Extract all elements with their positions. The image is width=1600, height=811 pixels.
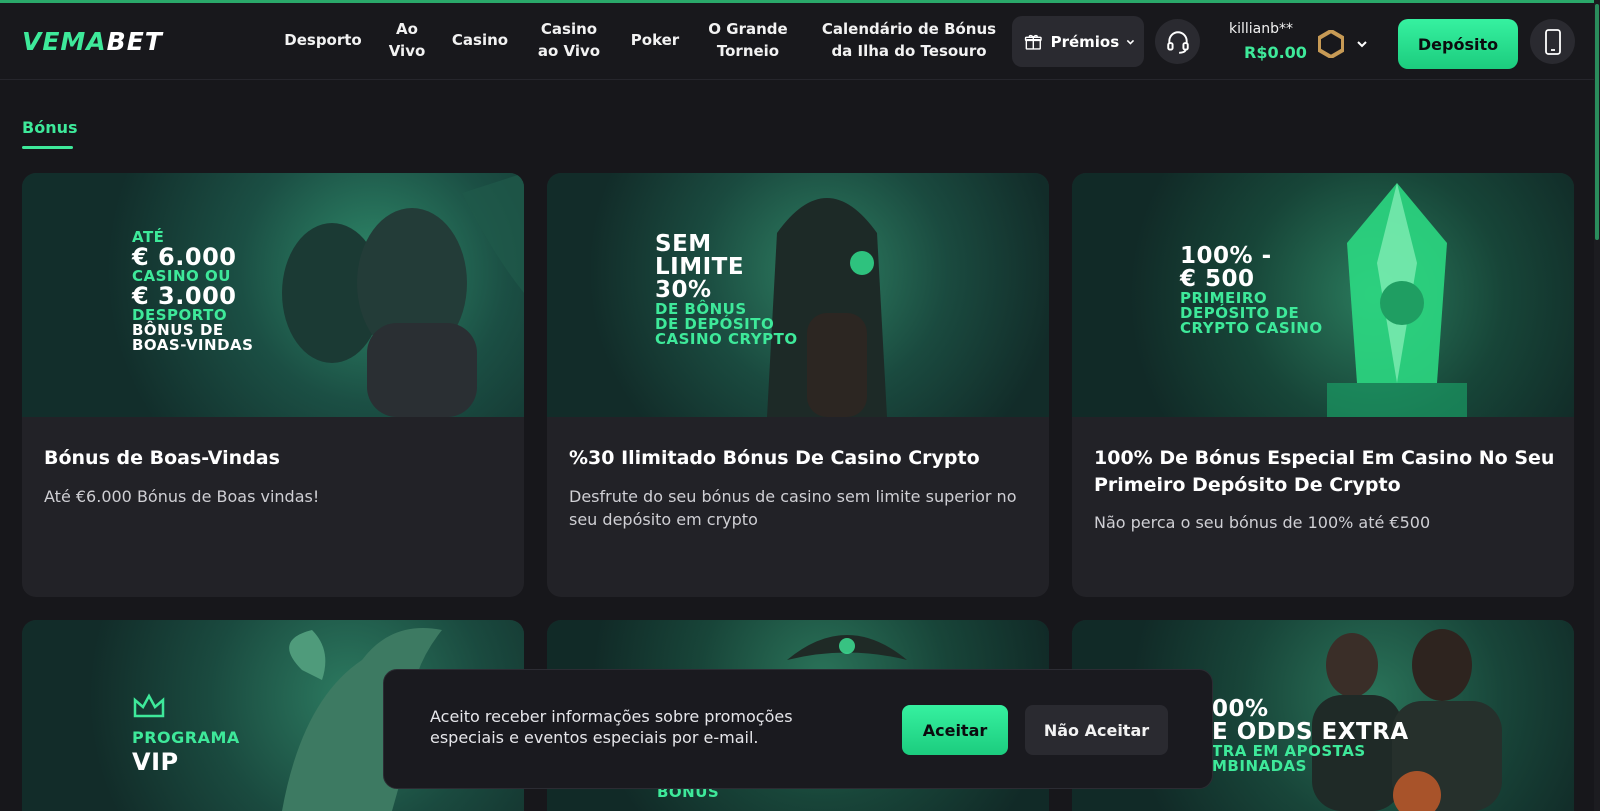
accept-button[interactable]: Aceitar — [902, 705, 1008, 755]
bonus-card-description: Até €6.000 Bónus de Boas vindas! — [44, 487, 320, 506]
nav-ao-vivo[interactable]: Ao Vivo — [382, 18, 432, 62]
promo-text-vip: PROGRAMA VIP — [132, 728, 240, 776]
prizes-label: Prémios — [1050, 32, 1120, 51]
promo-line: E ODDS EXTRA — [1212, 719, 1409, 745]
bonus-card-description: Não perca o seu bónus de 100% até €500 — [1094, 513, 1431, 532]
bonus-card-description: Desfrute do seu bónus de casino sem limi… — [569, 487, 1017, 529]
site-header: VEMABET Desporto Ao Vivo Casino Casino a… — [0, 3, 1600, 80]
promo-line: 00% — [1212, 696, 1269, 722]
headset-icon — [1166, 30, 1189, 54]
balance: R$0.00 — [1244, 43, 1307, 62]
promo-line: CASINO CRYPTO — [655, 330, 798, 348]
level-badge-icon[interactable] — [1318, 30, 1344, 58]
bonus-card-title: %30 Ilimitado Bónus De Casino Crypto — [569, 447, 980, 469]
email-consent-banner: Aceito receber informações sobre promoçõ… — [383, 669, 1213, 789]
nav-desporto[interactable]: Desporto — [284, 29, 361, 51]
players-illustration — [282, 173, 524, 417]
user-menu-chevron-icon[interactable] — [1355, 37, 1369, 51]
nav-casino-ao-vivo[interactable]: Casino ao Vivo — [533, 18, 605, 62]
bonus-card-welcome[interactable]: ATÉ € 6.000 CASINO OU € 3.000 DESPORTO B… — [22, 173, 524, 597]
promo-line: BOAS-VINDAS — [132, 336, 254, 354]
promo-line: € 500 — [1180, 266, 1255, 292]
bonus-banner-welcome: ATÉ € 6.000 CASINO OU € 3.000 DESPORTO B… — [22, 173, 524, 417]
nav-grande-torneio[interactable]: O Grande Torneio — [704, 18, 792, 62]
decline-button[interactable]: Não Aceitar — [1025, 705, 1168, 755]
crystal-illustration — [1327, 183, 1467, 417]
mobile-app-button[interactable] — [1530, 19, 1575, 64]
promo-line: LIMITE — [655, 254, 745, 280]
promo-text-crypto-100: 100% - € 500 PRIMEIRO DEPÓSITO DE CRYPTO… — [1180, 245, 1323, 336]
promo-line: SEM — [655, 231, 712, 257]
mobile-phone-icon — [1544, 28, 1561, 55]
promo-line: 30% — [655, 277, 712, 303]
promo-text-welcome: ATÉ € 6.000 CASINO OU € 3.000 DESPORTO B… — [132, 230, 253, 353]
bonus-card-title: Bónus de Boas-Vindas — [44, 447, 280, 469]
nav-casino[interactable]: Casino — [450, 29, 510, 51]
bonus-card-title: 100% De Bónus Especial Em Casino No Seu … — [1094, 447, 1555, 496]
promo-line: CRYPTO CASINO — [1180, 319, 1323, 337]
promo-line: PROGRAMA — [132, 728, 240, 747]
nav-poker[interactable]: Poker — [627, 29, 683, 51]
promo-text-crypto-30: SEM LIMITE 30% DE BÔNUS DE DEPÓSITO CASI… — [655, 233, 798, 347]
support-button[interactable] — [1155, 19, 1200, 64]
promo-line: 100% - — [1180, 243, 1272, 269]
crown-icon — [133, 693, 165, 718]
promo-line: € 6.000 — [132, 243, 237, 271]
tab-active-indicator — [22, 146, 73, 149]
scrollbar-thumb[interactable] — [1595, 4, 1599, 240]
tab-bonus[interactable]: Bónus — [22, 118, 78, 137]
gift-icon — [1024, 34, 1042, 50]
logo-text-left: VEMA — [22, 27, 107, 56]
deposit-button[interactable]: Depósito — [1398, 19, 1518, 69]
promo-line: € 3.000 — [132, 282, 237, 310]
bonus-card-crypto-100[interactable]: 100% - € 500 PRIMEIRO DEPÓSITO DE CRYPTO… — [1072, 173, 1574, 597]
promo-line: VIP — [132, 748, 179, 776]
bonus-card-crypto-30[interactable]: SEM LIMITE 30% DE BÔNUS DE DEPÓSITO CASI… — [547, 173, 1049, 597]
nav-calendario-bonus[interactable]: Calendário de Bónus da Ilha do Tesouro — [812, 18, 1006, 62]
consent-text: Aceito receber informações sobre promoçõ… — [430, 707, 793, 747]
bonus-banner-crypto-30: SEM LIMITE 30% DE BÔNUS DE DEPÓSITO CASI… — [547, 173, 1049, 417]
logo-text-right: BET — [106, 27, 163, 56]
promo-line: MBINADAS — [1212, 757, 1307, 775]
username: killianb** — [1229, 21, 1294, 37]
prizes-button[interactable]: Prémios — [1012, 16, 1144, 67]
promo-text-odds-extra: 00% E ODDS EXTRA TRA EM APOSTAS MBINADAS — [1212, 698, 1409, 774]
bonus-banner-crypto-100: 100% - € 500 PRIMEIRO DEPÓSITO DE CRYPTO… — [1072, 173, 1574, 417]
site-logo[interactable]: VEMABET — [22, 27, 163, 56]
chevron-down-icon — [1126, 39, 1135, 45]
page-scrollbar[interactable] — [1594, 0, 1600, 811]
